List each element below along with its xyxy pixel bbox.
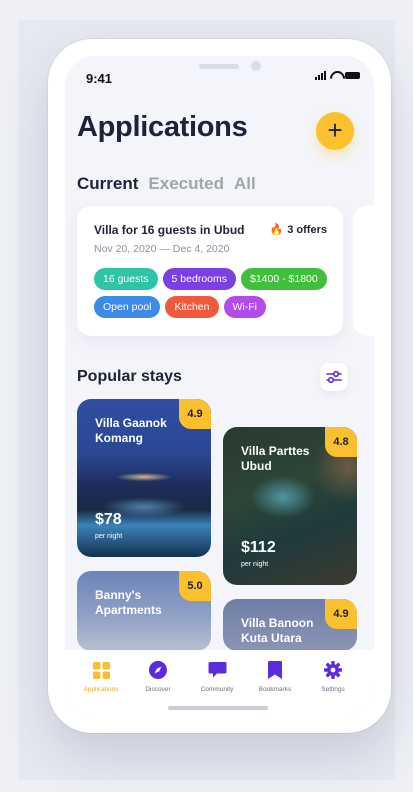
offers-badge: 🔥 3 offers (269, 223, 327, 237)
chip-kitchen: Kitchen (165, 296, 219, 318)
battery-icon (345, 72, 360, 79)
chip-budget: $1400 - $1800 (241, 268, 327, 290)
page-title: Applications (77, 111, 248, 143)
rating-badge: 4.9 (325, 599, 357, 629)
next-application-card[interactable] (353, 206, 374, 336)
home-indicator (168, 706, 268, 710)
stay-name: Banny's Apartments (95, 588, 162, 617)
tab-executed[interactable]: Executed (148, 174, 224, 194)
tab-all[interactable]: All (234, 174, 256, 194)
chip-pool: Open pool (94, 296, 161, 318)
notch-camera (251, 61, 261, 71)
rating-badge: 4.9 (179, 399, 211, 429)
stay-price: $112 (241, 539, 276, 556)
chip-bedrooms: 5 bedrooms (162, 268, 236, 290)
app-screen: 9:41 Applications + Current Executed All… (65, 56, 374, 716)
price-unit: per night (241, 561, 269, 568)
popular-stays-title: Popular stays (77, 368, 182, 385)
notch-speaker (199, 64, 239, 69)
tabbar-label: Settings (321, 686, 345, 693)
tabbar-label: Discover (145, 686, 171, 693)
application-title: Villa for 16 guests in Ubud (94, 223, 245, 237)
tabbar-label: Bookmarks (258, 686, 292, 693)
compass-icon (149, 661, 167, 679)
filter-button[interactable] (320, 363, 348, 391)
chip-guests: 16 guests (94, 268, 158, 290)
bookmark-icon (268, 661, 282, 679)
phone-frame: 9:41 Applications + Current Executed All… (48, 39, 391, 733)
chip-wifi: Wi-Fi (223, 296, 266, 318)
rating-badge: 4.8 (325, 427, 357, 457)
tabbar-label: Applications (83, 686, 119, 693)
stay-name: Villa Banoon Kuta Utara (241, 616, 314, 645)
stay-card[interactable]: Villa Banoon Kuta Utara 4.9 (223, 599, 357, 651)
grid-icon (92, 661, 110, 679)
rating-badge: 5.0 (179, 571, 211, 601)
feature-chips: 16 guests 5 bedrooms $1400 - $1800 Open … (94, 268, 334, 318)
tabbar-item-community[interactable]: Community (187, 660, 247, 693)
application-card[interactable]: Villa for 16 guests in Ubud 🔥 3 offers N… (77, 206, 343, 336)
stay-card[interactable]: Villa Gaanok Komang 4.9 $78 per night (77, 399, 211, 557)
application-tabs: Current Executed All (77, 174, 256, 194)
tabbar-item-settings[interactable]: Settings (303, 660, 363, 693)
stay-price: $78 (95, 511, 122, 528)
status-time: 9:41 (86, 71, 113, 86)
status-icons (315, 71, 360, 80)
signal-icon (315, 71, 326, 80)
chat-icon (208, 662, 226, 678)
tabbar-item-applications[interactable]: Applications (71, 660, 131, 693)
flame-icon: 🔥 (269, 224, 284, 236)
gear-icon (324, 661, 342, 679)
bottom-tab-bar: Applications Discover Community Bookmark… (65, 650, 374, 716)
stay-card[interactable]: Banny's Apartments 5.0 (77, 571, 211, 651)
stay-name: Villa Parttes Ubud (241, 444, 310, 473)
application-dates: Nov 20, 2020 — Dec 4, 2020 (94, 243, 230, 255)
price-unit: per night (95, 533, 123, 540)
tabbar-item-bookmarks[interactable]: Bookmarks (245, 660, 305, 693)
tabbar-item-discover[interactable]: Discover (128, 660, 188, 693)
sliders-icon (326, 370, 342, 384)
stay-card[interactable]: Villa Parttes Ubud 4.8 $112 per night (223, 427, 357, 585)
wifi-icon (330, 71, 341, 80)
tabbar-label: Community (200, 686, 234, 693)
add-application-button[interactable]: + (316, 112, 354, 150)
stay-name: Villa Gaanok Komang (95, 416, 167, 445)
offers-count: 3 offers (287, 223, 327, 236)
tab-current[interactable]: Current (77, 174, 138, 194)
